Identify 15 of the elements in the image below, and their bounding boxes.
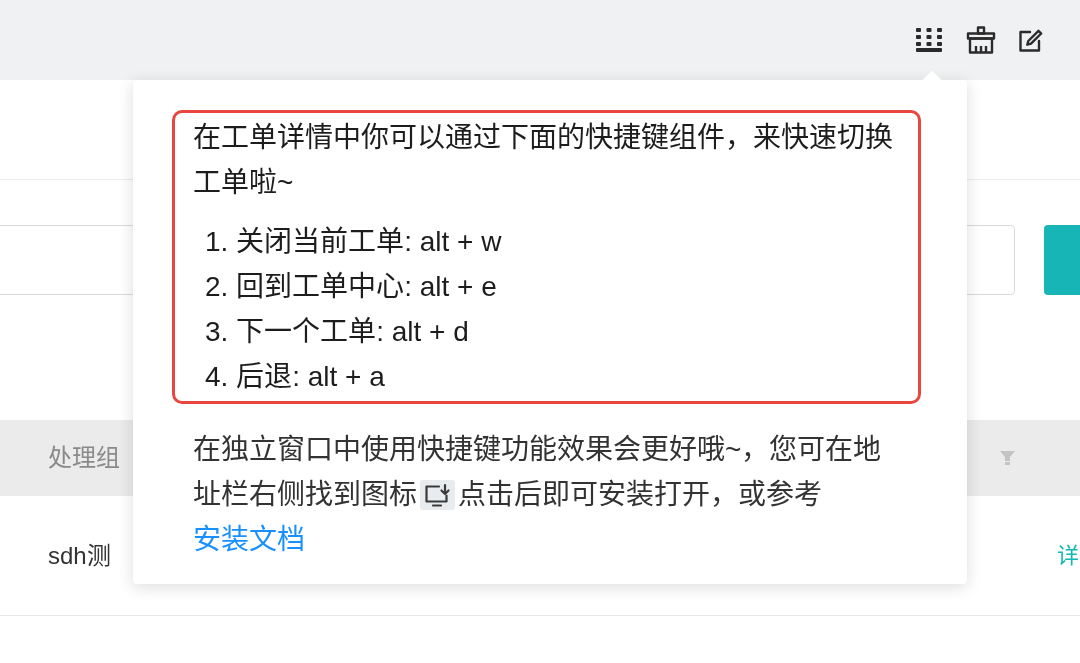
shortcut-item: 2. 回到工单中心: alt + e <box>205 270 498 304</box>
intro-text: 在工单详情中你可以通过下面的快捷键组件，来快速切换工单啦~ <box>193 121 894 200</box>
filter-icon[interactable] <box>1000 451 1015 465</box>
table-cell: sdh测 <box>48 540 111 571</box>
monitor-download-icon <box>420 480 455 510</box>
edit-icon[interactable] <box>1018 28 1043 52</box>
shortcut-item: 4. 后退: alt + a <box>205 360 386 394</box>
install-doc-link[interactable]: 安装文档 <box>193 524 305 555</box>
column-header: 处理组 <box>48 443 120 473</box>
tip-text: 在独立窗口中使用快捷键功能效果会更好哦~，您可在地址栏右侧找到图标 点击后即可安装打开，或参考 安装文档 <box>193 433 883 557</box>
detail-link[interactable]: 详 <box>1057 540 1079 571</box>
brush-icon[interactable] <box>966 26 996 54</box>
keyboard-icon[interactable] <box>916 28 942 52</box>
shortcut-item: 1. 关闭当前工单: alt + w <box>205 225 503 259</box>
shortcut-item: 3. 下一个工单: alt + d <box>205 315 470 349</box>
